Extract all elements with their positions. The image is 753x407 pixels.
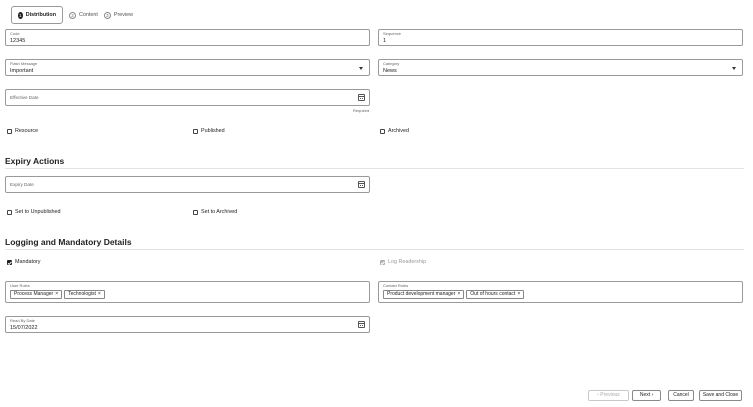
step-label: Preview [113,12,134,18]
next-label: Next [639,392,651,398]
save-and-close-button[interactable]: Save and Close [699,390,742,401]
user-roles-label: User Roles [10,283,30,288]
step-preview[interactable]: 3 Preview [103,6,134,24]
calendar-icon[interactable] [358,94,365,101]
role-chip: Process Manager × [10,290,63,299]
expiry-date-label: Expiry Date [10,182,34,187]
published-label: Published [201,128,225,134]
read-by-date-label: Read By Date [10,318,35,323]
step-label: Content [79,12,98,18]
set-archived-label: Set to Archived [201,209,238,215]
checkbox-box[interactable] [193,128,198,134]
remove-chip-icon[interactable]: × [55,291,58,297]
remove-chip-icon[interactable]: × [98,291,101,297]
chip-label: Product development manager [387,291,456,297]
mandatory-label: Mandatory [15,259,41,265]
expiry-date-field[interactable]: Expiry Date [5,176,370,193]
caret-down-icon [359,67,363,70]
flash-message-select[interactable]: Flash Message Important [5,59,370,76]
code-value: 12345 [10,38,26,44]
contact-roles-field[interactable]: Contact Roles Product development manage… [378,281,743,303]
code-label: Code [10,31,20,36]
sequence-value: 1 [383,38,387,44]
calendar-icon[interactable] [358,181,365,188]
previous-label: Previous [600,392,620,398]
wizard-steps: 1 Distribution 2 Content 3 Preview [11,6,133,24]
role-chip: Product development manager × [383,290,465,299]
chevron-right-icon: › [650,392,654,398]
flash-message-label: Flash Message [10,61,38,66]
contact-roles-chips: Product development manager × Out of hour… [383,290,526,299]
save-close-label: Save and Close [702,392,739,398]
remove-chip-icon[interactable]: × [517,291,520,297]
category-select[interactable]: Category News [378,59,743,76]
required-hint: Required [353,108,370,113]
set-archived-checkbox[interactable]: Set to Archived [193,208,237,216]
expiry-actions-heading: Expiry Actions [5,156,65,166]
logging-heading: Logging and Mandatory Details [5,237,132,247]
chip-label: Out of hours contact [470,291,516,297]
log-readership-label: Log Readership [388,259,427,265]
step-label: Distribution [25,12,56,18]
calendar-icon[interactable] [358,321,365,328]
step-distribution[interactable]: 1 Distribution [11,6,63,24]
effective-date-label: Effective Date [10,95,39,100]
step-number: 1 [18,11,23,19]
chip-label: Technologist [68,291,96,297]
checkbox-box[interactable] [380,128,385,134]
user-roles-field[interactable]: User Roles Process Manager × Technologist… [5,281,370,303]
code-field[interactable]: Code 12345 [5,29,370,46]
step-content[interactable]: 2 Content [69,6,98,24]
section-divider [5,249,744,250]
effective-date-field[interactable]: Effective Date [5,89,370,106]
role-chip: Technologist × [64,290,105,299]
user-roles-chips: Process Manager × Technologist × [10,290,107,299]
mandatory-checkbox[interactable]: Mandatory [7,258,40,266]
cancel-label: Cancel [673,392,689,398]
chip-label: Process Manager [14,291,54,297]
read-by-date-field[interactable]: Read By Date 15/07/2022 [5,316,370,333]
flash-message-value: Important [10,68,34,74]
role-chip: Out of hours contact × [466,290,525,299]
checkbox-box[interactable] [193,209,198,215]
sequence-field[interactable]: Sequence 1 [378,29,743,46]
category-label: Category [383,61,400,66]
archived-label: Archived [388,128,409,134]
caret-down-icon [732,67,736,70]
category-value: News [383,68,397,74]
resource-checkbox[interactable]: Resource [7,127,38,135]
published-checkbox[interactable]: Published [193,127,225,135]
contact-roles-label: Contact Roles [383,283,409,288]
checkbox-box[interactable] [7,128,12,134]
set-unpublished-checkbox[interactable]: Set to Unpublished [7,208,61,216]
cancel-button[interactable]: Cancel [668,390,694,401]
resource-label: Resource [15,128,39,134]
section-divider [5,168,744,169]
previous-button[interactable]: ‹ Previous [588,390,629,401]
checkbox-box[interactable] [7,259,12,265]
step-number: 3 [103,11,111,19]
read-by-date-value: 15/07/2022 [10,325,38,331]
next-button[interactable]: Next › [632,390,661,401]
archived-checkbox[interactable]: Archived [380,127,409,135]
log-readership-checkbox: Log Readership [380,258,426,266]
checkbox-box[interactable] [7,209,12,215]
set-unpublished-label: Set to Unpublished [15,209,61,215]
step-number: 2 [69,11,76,19]
sequence-label: Sequence [383,31,402,36]
remove-chip-icon[interactable]: × [457,291,460,297]
checkbox-box [380,259,385,265]
